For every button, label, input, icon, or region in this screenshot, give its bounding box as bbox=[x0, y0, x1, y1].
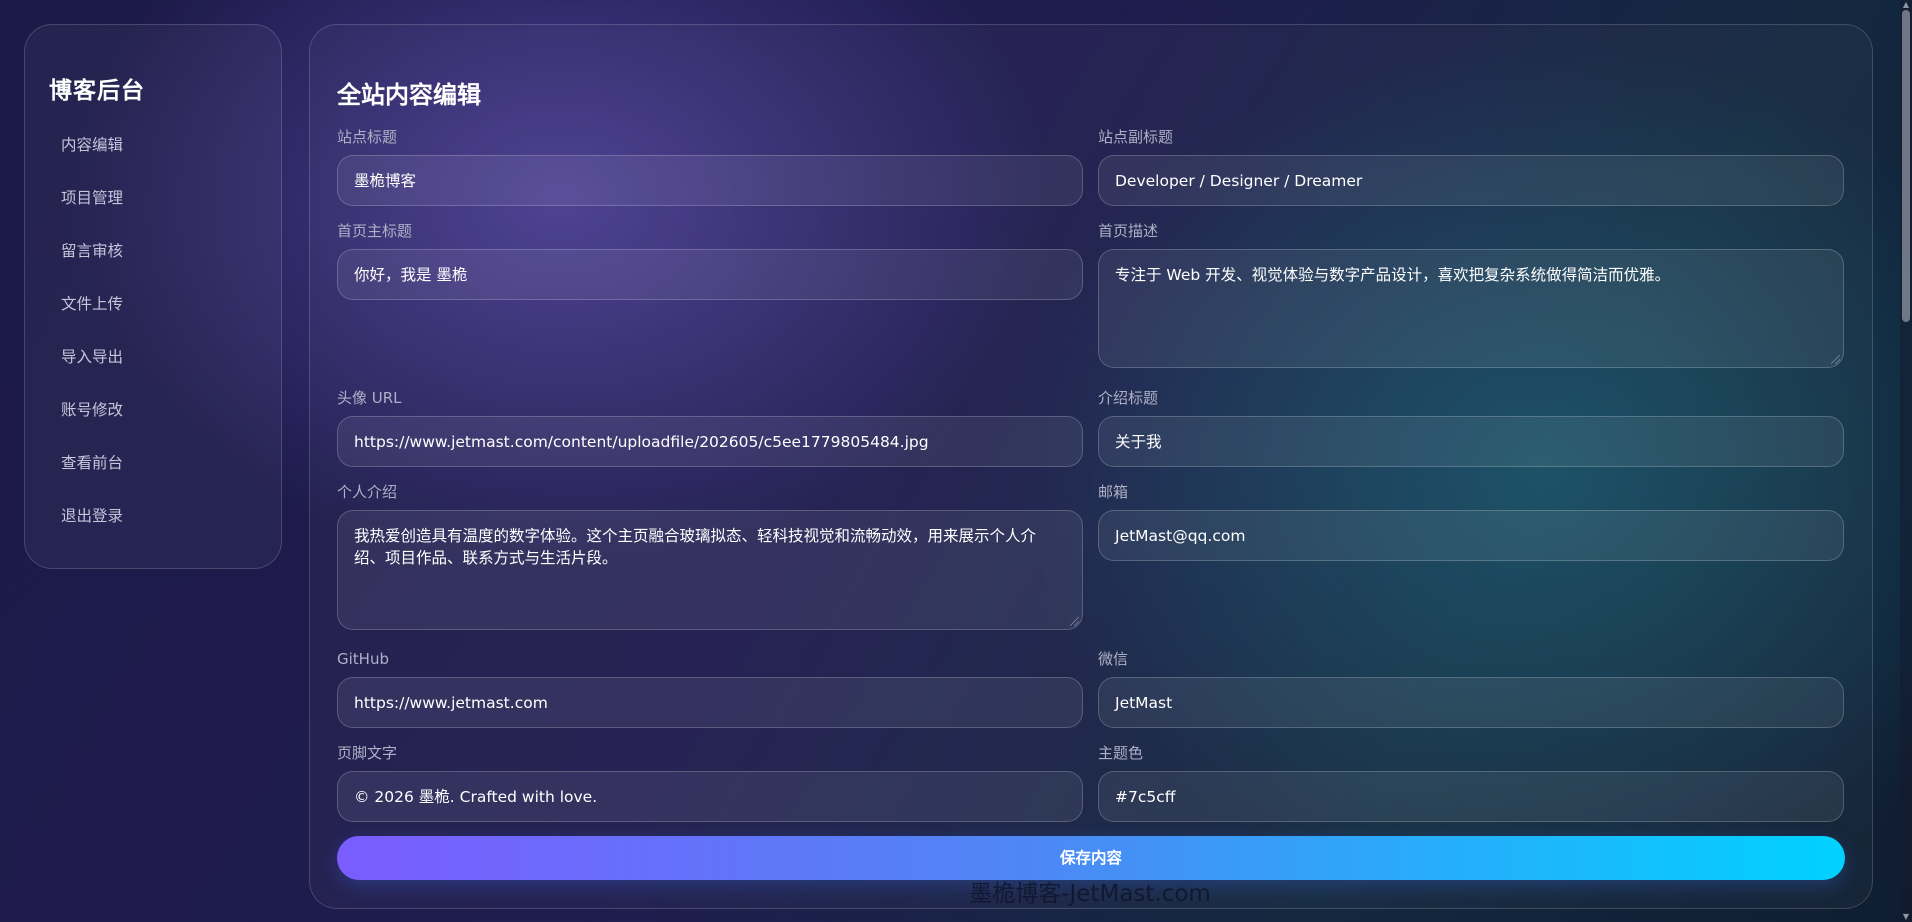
bio-textarea[interactable]: 我热爱创造具有温度的数字体验。这个主页融合玻璃拟态、轻科技视觉和流畅动效，用来展… bbox=[337, 510, 1083, 630]
email-label: 邮箱 bbox=[1098, 483, 1129, 501]
home-title-label: 首页主标题 bbox=[337, 222, 413, 240]
footer-text-input[interactable]: © 2026 墨桅. Crafted with love. bbox=[337, 771, 1083, 822]
page-scrollbar[interactable]: ▲ ▼ bbox=[1900, 0, 1912, 922]
page-title: 全站内容编辑 bbox=[337, 81, 481, 109]
intro-title-input[interactable]: 关于我 bbox=[1098, 416, 1844, 467]
intro-title-label: 介绍标题 bbox=[1098, 389, 1159, 407]
email-input[interactable]: JetMast@qq.com bbox=[1098, 510, 1844, 561]
home-desc-textarea[interactable]: 专注于 Web 开发、视觉体验与数字产品设计，喜欢把复杂系统做得简洁而优雅。 bbox=[1098, 249, 1844, 368]
github-input[interactable]: https://www.jetmast.com bbox=[337, 677, 1083, 728]
sidebar-item-logout[interactable]: 退出登录 bbox=[49, 506, 281, 559]
save-content-button[interactable]: 保存内容 bbox=[337, 836, 1845, 880]
site-title-label: 站点标题 bbox=[337, 128, 398, 146]
theme-color-input[interactable]: #7c5cff bbox=[1098, 771, 1844, 822]
avatar-url-label: 头像 URL bbox=[337, 389, 402, 407]
site-title-input[interactable]: 墨桅博客 bbox=[337, 155, 1083, 206]
sidebar-item-upload[interactable]: 文件上传 bbox=[49, 294, 281, 347]
sidebar-item-comments[interactable]: 留言审核 bbox=[49, 241, 281, 294]
home-title-input[interactable]: 你好，我是 墨桅 bbox=[337, 249, 1083, 300]
github-label: GitHub bbox=[337, 650, 389, 668]
wechat-label: 微信 bbox=[1098, 650, 1129, 668]
content-editor-panel: 全站内容编辑 站点标题 墨桅博客 站点副标题 Developer / Desig… bbox=[309, 24, 1873, 909]
scrollbar-thumb[interactable] bbox=[1902, 10, 1910, 322]
scroll-up-icon[interactable]: ▲ bbox=[1902, 1, 1910, 9]
wechat-input[interactable]: JetMast bbox=[1098, 677, 1844, 728]
sidebar-item-content-edit[interactable]: 内容编辑 bbox=[49, 135, 281, 188]
sidebar-item-view-site[interactable]: 查看前台 bbox=[49, 453, 281, 506]
theme-color-label: 主题色 bbox=[1098, 744, 1144, 762]
bio-text: 我热爱创造具有温度的数字体验。这个主页融合玻璃拟态、轻科技视觉和流畅动效，用来展… bbox=[354, 527, 1037, 567]
sidebar-item-projects[interactable]: 项目管理 bbox=[49, 188, 281, 241]
resize-grip-icon[interactable] bbox=[1070, 617, 1079, 626]
home-desc-label: 首页描述 bbox=[1098, 222, 1159, 240]
home-desc-text: 专注于 Web 开发、视觉体验与数字产品设计，喜欢把复杂系统做得简洁而优雅。 bbox=[1115, 266, 1671, 284]
sidebar: 博客后台 内容编辑 项目管理 留言审核 文件上传 导入导出 账号修改 查看前台 … bbox=[24, 24, 282, 569]
sidebar-item-account[interactable]: 账号修改 bbox=[49, 400, 281, 453]
site-subtitle-label: 站点副标题 bbox=[1098, 128, 1174, 146]
scroll-down-icon[interactable]: ▼ bbox=[1902, 913, 1910, 921]
sidebar-item-import-export[interactable]: 导入导出 bbox=[49, 347, 281, 400]
footer-text-label: 页脚文字 bbox=[337, 744, 398, 762]
sidebar-title: 博客后台 bbox=[49, 78, 145, 104]
avatar-url-input[interactable]: https://www.jetmast.com/content/uploadfi… bbox=[337, 416, 1083, 467]
resize-grip-icon[interactable] bbox=[1831, 355, 1840, 364]
site-subtitle-input[interactable]: Developer / Designer / Dreamer bbox=[1098, 155, 1844, 206]
bio-label: 个人介绍 bbox=[337, 483, 398, 501]
